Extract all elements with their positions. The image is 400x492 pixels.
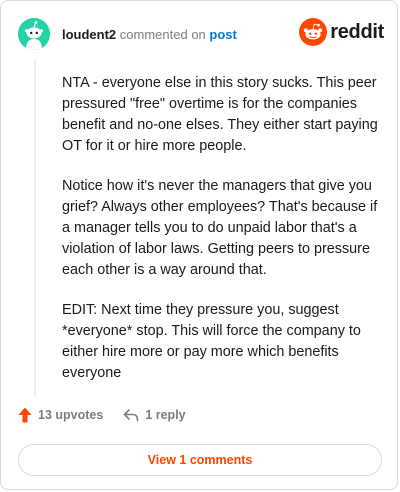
upvote-button[interactable]: 13 upvotes [18,407,103,423]
post-link[interactable]: post [209,27,236,42]
snoo-avatar-icon [18,18,50,50]
brand-wordmark: reddit [330,21,384,43]
comment-paragraph: NTA - everyone else in this story sucks.… [62,75,378,154]
reddit-brand[interactable]: reddit [299,18,384,46]
thread-line[interactable] [34,59,36,397]
upvote-count: 13 upvotes [38,408,104,422]
reply-button[interactable]: 1 reply [123,408,186,422]
upvote-arrow-icon [18,407,32,423]
comment-card: loudent2 commented on post reddit NTA - … [0,0,398,490]
comment-actions: 13 upvotes 1 reply [18,407,186,423]
username-link[interactable]: loudent2 [62,27,116,42]
reply-arrow-icon [124,409,139,422]
action-text: commented on [119,27,206,42]
comment-paragraph: EDIT: Next time they pressure you, sugge… [62,302,361,381]
reddit-logo-icon [299,18,328,46]
reply-count: 1 reply [145,408,186,422]
comment-header: loudent2 commented on post [62,27,237,43]
comment-paragraph: Notice how it's never the managers that … [62,178,378,278]
view-comments-button[interactable]: View 1 comments [18,444,382,476]
user-avatar[interactable] [18,18,50,50]
comment-body: NTA - everyone else in this story sucks.… [62,73,382,403]
